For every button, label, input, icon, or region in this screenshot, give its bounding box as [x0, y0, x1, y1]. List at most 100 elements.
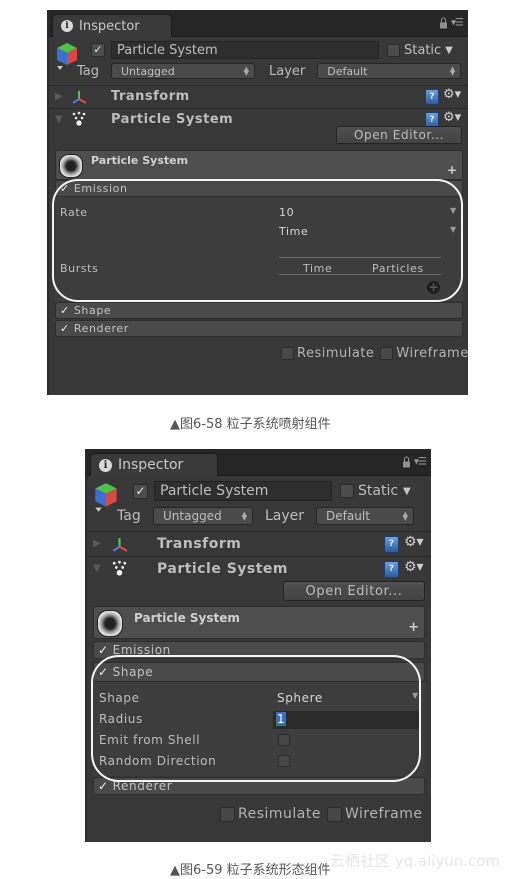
- wireframe-checkbox[interactable]: [380, 347, 394, 360]
- module-renderer-header[interactable]: ✓ Renderer: [93, 777, 425, 795]
- updown-arrows-icon: ▲ ▼: [402, 510, 409, 522]
- gameobject-cube-icon[interactable]: [55, 41, 79, 71]
- tag-label: Tag: [117, 508, 141, 524]
- layer-dropdown[interactable]: Default ▲ ▼: [317, 63, 462, 79]
- figure-caption-1: ▲图6-58 粒子系统喷射组件: [170, 417, 331, 432]
- static-label: Static: [404, 42, 442, 58]
- wireframe-label: Wireframe: [344, 806, 423, 822]
- rate-mode-value[interactable]: Time: [279, 225, 308, 238]
- foldout-open-icon[interactable]: ▼: [55, 114, 63, 125]
- updown-arrows-icon: ▲ ▼: [241, 510, 247, 522]
- foldout-open-icon[interactable]: ▼: [93, 563, 101, 574]
- random-direction-checkbox[interactable]: [278, 755, 290, 767]
- help-icon[interactable]: ?: [384, 536, 399, 553]
- static-dropdown-icon[interactable]: ▼: [403, 486, 411, 497]
- check-icon[interactable]: ✓: [98, 779, 109, 793]
- tag-dropdown[interactable]: Untagged ▲ ▼: [153, 507, 253, 525]
- layer-value: Default: [326, 509, 370, 523]
- static-checkbox[interactable]: [387, 43, 400, 57]
- module-shape-header[interactable]: ✓ Shape: [93, 662, 425, 682]
- bursts-table-bottom-line: [279, 274, 441, 275]
- foldout-closed-icon[interactable]: ▶: [55, 91, 63, 102]
- module-renderer-header[interactable]: ✓ Renderer: [55, 320, 463, 337]
- shape-value[interactable]: Sphere: [277, 691, 323, 705]
- ps-title: Particle System: [91, 154, 189, 167]
- panel-menu-icon[interactable]: ▾☰: [414, 457, 427, 468]
- module-label: Shape: [112, 665, 154, 679]
- lock-icon[interactable]: [403, 456, 411, 468]
- open-editor-button[interactable]: Open Editor...: [283, 581, 425, 601]
- help-icon[interactable]: ?: [425, 89, 439, 105]
- module-label: Emission: [73, 182, 128, 195]
- component-transform[interactable]: ▶ Transform ? ⚙▾: [87, 532, 431, 557]
- particle-system-module-header[interactable]: Particle System +: [93, 606, 425, 639]
- radius-input[interactable]: 1: [273, 711, 420, 729]
- tag-value: Untagged: [121, 64, 175, 78]
- resimulate-label: Resimulate: [297, 346, 375, 361]
- check-icon[interactable]: ✓: [98, 665, 109, 679]
- component-title: Transform: [111, 89, 190, 104]
- tag-label: Tag: [77, 63, 100, 79]
- gear-icon[interactable]: ⚙▾: [404, 559, 424, 575]
- wireframe-label: Wireframe: [396, 346, 468, 361]
- resimulate-checkbox[interactable]: [281, 347, 294, 360]
- module-label: Emission: [112, 643, 171, 657]
- bursts-label: Bursts: [60, 262, 99, 275]
- gameobject-name-input[interactable]: Particle System: [111, 41, 379, 59]
- gameobject-header: ✓ Particle System Static ▼ Tag Untagged …: [87, 476, 431, 532]
- layer-value: Default: [327, 64, 368, 78]
- module-label: Renderer: [73, 322, 129, 335]
- emit-from-shell-checkbox[interactable]: [278, 734, 290, 746]
- wireframe-checkbox[interactable]: [326, 806, 342, 822]
- emission-module-body: Rate 10 ▼ Time ▼ Bursts Time Particles +: [55, 197, 463, 301]
- rate-curve-dropdown-icon[interactable]: ▼: [450, 206, 456, 215]
- static-checkbox[interactable]: [340, 484, 354, 498]
- open-editor-button[interactable]: Open Editor...: [336, 126, 462, 144]
- layer-dropdown[interactable]: Default ▲ ▼: [316, 507, 415, 525]
- component-transform[interactable]: ▶ Transform ? ⚙▾: [49, 86, 468, 109]
- component-particle-system[interactable]: ▼ Particle System ? ⚙▾: [87, 557, 431, 581]
- random-direction-label: Random Direction: [99, 754, 217, 768]
- particle-system-module-header[interactable]: Particle System +: [55, 150, 463, 180]
- check-icon[interactable]: ✓: [60, 182, 70, 195]
- add-module-plus-icon[interactable]: +: [447, 163, 457, 177]
- gear-icon[interactable]: ⚙▾: [443, 87, 461, 102]
- gear-icon[interactable]: ⚙▾: [404, 534, 424, 550]
- static-label: Static: [358, 483, 399, 499]
- active-checkbox[interactable]: ✓: [91, 43, 105, 57]
- bursts-table-top-line: [279, 257, 441, 258]
- active-checkbox[interactable]: ✓: [133, 483, 148, 499]
- static-dropdown-icon[interactable]: ▼: [445, 45, 453, 56]
- rate-value[interactable]: 10: [279, 206, 294, 219]
- lock-icon[interactable]: [440, 17, 448, 29]
- rate-mode-dropdown-icon[interactable]: ▼: [450, 225, 456, 234]
- emit-from-shell-label: Emit from Shell: [99, 733, 201, 747]
- foldout-closed-icon[interactable]: ▶: [93, 538, 101, 549]
- updown-arrows-icon: ▲ ▼: [449, 65, 456, 77]
- shape-dropdown-icon[interactable]: ▼: [412, 691, 418, 700]
- module-emission-header[interactable]: ✓ Emission: [93, 641, 425, 659]
- gear-icon[interactable]: ⚙▾: [443, 110, 461, 125]
- gameobject-cube-icon[interactable]: [93, 481, 119, 513]
- component-title: Transform: [157, 536, 242, 552]
- particle-system-preview-icon: [59, 154, 83, 178]
- module-shape-header[interactable]: ✓ Shape: [55, 302, 463, 319]
- transform-axes-icon: [112, 538, 128, 552]
- check-icon[interactable]: ✓: [60, 322, 70, 335]
- module-label: Shape: [73, 304, 112, 317]
- inspector-tab[interactable]: i Inspector: [90, 453, 218, 476]
- panel-menu-icon[interactable]: ▾☰: [451, 18, 464, 29]
- tag-dropdown[interactable]: Untagged ▲ ▼: [111, 63, 255, 79]
- tab-label: Inspector: [79, 18, 140, 34]
- check-icon[interactable]: ✓: [98, 643, 109, 657]
- add-burst-icon[interactable]: +: [427, 281, 440, 294]
- tag-value: Untagged: [163, 509, 222, 523]
- particle-system-icon: [112, 560, 127, 576]
- add-module-plus-icon[interactable]: +: [408, 620, 419, 635]
- help-icon[interactable]: ?: [384, 561, 399, 578]
- gameobject-name-input[interactable]: Particle System: [154, 481, 332, 501]
- inspector-tab[interactable]: i Inspector: [52, 14, 172, 37]
- resimulate-checkbox[interactable]: [220, 806, 235, 822]
- check-icon[interactable]: ✓: [60, 304, 70, 317]
- module-emission-header[interactable]: ✓ Emission: [55, 180, 463, 197]
